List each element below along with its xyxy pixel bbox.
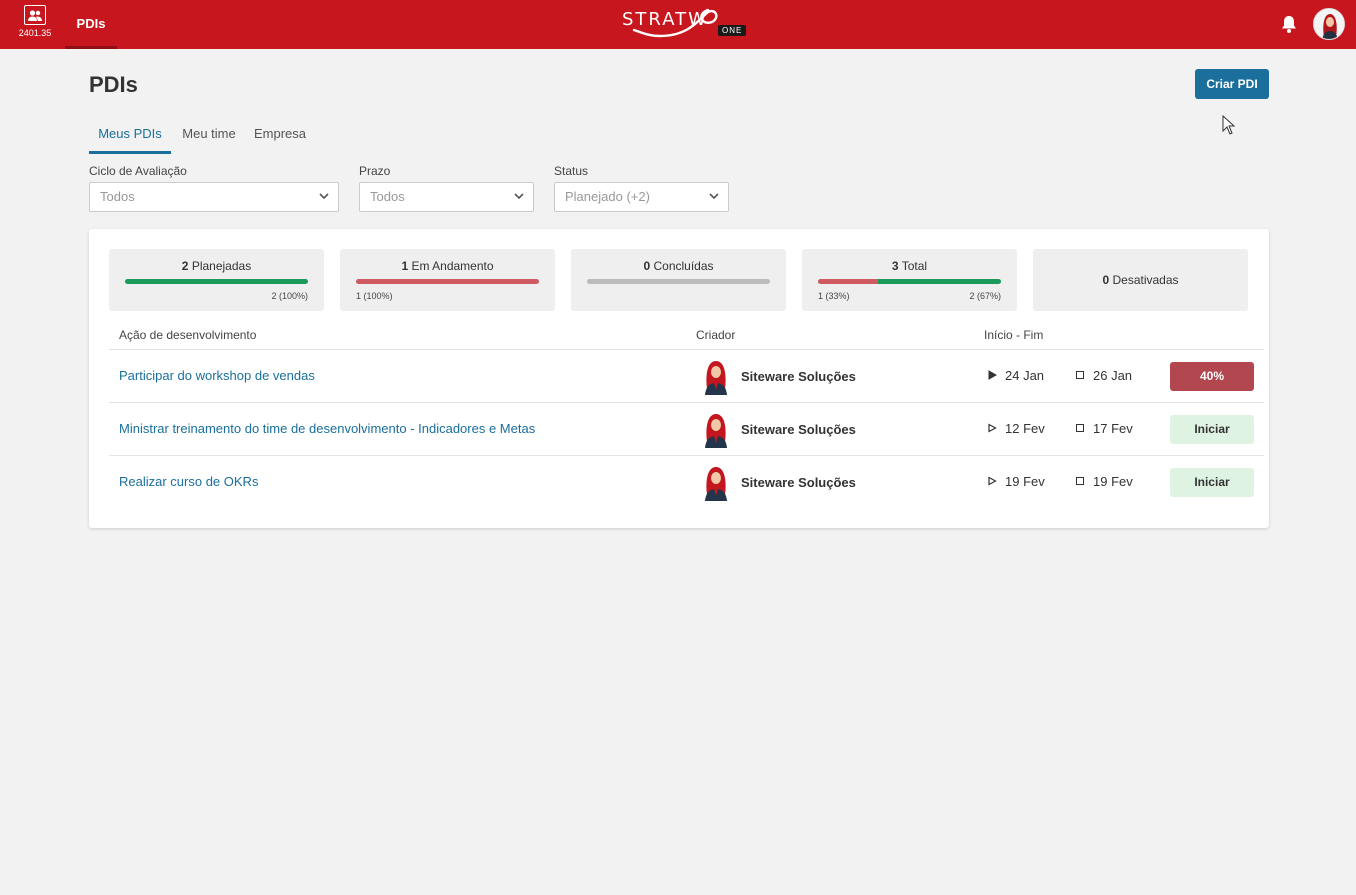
page-title: PDIs [89, 72, 138, 97]
stop-square-icon [1076, 371, 1084, 379]
top-bar: 2401.35 PDIs STRATW ONE [0, 0, 1356, 49]
filter-prazo: Prazo Todos [359, 164, 534, 212]
start-date: 12 Fev [1005, 421, 1045, 436]
stat-total-right: 2 (67%) [969, 291, 1001, 301]
pdi-title-link[interactable]: Ministrar treinamento do time de desenvo… [119, 421, 535, 436]
header-dates: Início - Fim [984, 328, 1044, 342]
stat-in-progress-label: 1 Em Andamento [401, 259, 494, 273]
filter-prazo-select[interactable]: Todos [359, 182, 534, 212]
stat-planned[interactable]: 2 Planejadas 2 (100%) [109, 249, 324, 311]
stratws-logo: STRATW ONE [620, 6, 747, 40]
table-row: Participar do workshop de vendas Sitewar… [109, 350, 1264, 403]
pdi-list-card: 2 Planejadas 2 (100%) 1 Em Andamento 1 (… [89, 229, 1269, 528]
end-date: 17 Fev [1093, 421, 1133, 436]
filter-status-label: Status [554, 164, 589, 178]
creator-avatar-icon [705, 467, 727, 501]
end-date: 26 Jan [1093, 368, 1133, 383]
avatar-woman-icon [1314, 9, 1344, 39]
stat-disabled-label: 0 Desativadas [1102, 273, 1179, 287]
stat-planned-label: 2 Planejadas [181, 259, 252, 273]
start-date: 19 Fev [1005, 474, 1045, 489]
create-pdi-button[interactable]: Criar PDI [1195, 69, 1269, 99]
start-button[interactable]: Iniciar [1170, 415, 1254, 444]
filter-prazo-label: Prazo [359, 164, 391, 178]
creator-name: Siteware Soluções [741, 475, 856, 490]
stat-in-progress-count: 1 (100%) [356, 291, 393, 301]
progress-button[interactable]: 40% [1170, 362, 1254, 391]
stat-total-green-fill [878, 279, 1001, 284]
filter-status-value: Planejado (+2) [565, 189, 650, 204]
stat-total[interactable]: 3 Total 1 (33%) 2 (67%) [802, 249, 1017, 311]
start-button[interactable]: Iniciar [1170, 468, 1254, 497]
creator-name: Siteware Soluções [741, 369, 856, 384]
creator-avatar-icon [705, 414, 727, 448]
stop-square-icon [1076, 477, 1084, 485]
table-row: Ministrar treinamento do time de desenvo… [109, 403, 1264, 456]
mouse-cursor-icon [1222, 115, 1236, 135]
header-action: Ação de desenvolvimento [119, 328, 257, 342]
stat-in-progress-bar [356, 279, 539, 284]
app-version: 2401.35 [18, 28, 52, 38]
stat-planned-bar [125, 279, 308, 284]
stat-in-progress-fill [356, 279, 539, 284]
filter-status-select[interactable]: Planejado (+2) [554, 182, 729, 212]
notifications-bell-icon[interactable] [1280, 14, 1298, 34]
stat-in-progress[interactable]: 1 Em Andamento 1 (100%) [340, 249, 555, 311]
stat-total-red-fill [818, 279, 879, 284]
stat-done[interactable]: 0 Concluídas [571, 249, 786, 311]
filter-ciclo-value: Todos [100, 189, 135, 204]
stat-planned-fill [125, 279, 308, 284]
creator-avatar-icon [705, 361, 727, 395]
play-outline-icon [988, 476, 997, 486]
creator-name: Siteware Soluções [741, 422, 856, 437]
filter-status: Status Planejado (+2) [554, 164, 729, 212]
filter-ciclo-label: Ciclo de Avaliação [89, 164, 187, 178]
stat-total-label: 3 Total [891, 259, 928, 273]
chevron-down-icon [319, 193, 329, 200]
start-date: 24 Jan [1005, 368, 1045, 383]
tab-meu-time[interactable]: Meu time [177, 120, 241, 154]
stat-done-bar [587, 279, 770, 284]
stop-square-icon [1076, 424, 1084, 432]
nav-tab-pdis[interactable]: PDIs [65, 0, 117, 49]
end-date: 19 Fev [1093, 474, 1133, 489]
logo-badge: ONE [718, 25, 747, 36]
user-avatar[interactable] [1313, 8, 1345, 40]
play-icon [988, 370, 997, 380]
play-outline-icon [988, 423, 997, 433]
stat-total-left: 1 (33%) [818, 291, 850, 301]
filter-ciclo-select[interactable]: Todos [89, 182, 339, 212]
app-switcher-button[interactable]: 2401.35 [14, 5, 56, 45]
stat-total-bar [818, 279, 1001, 284]
stat-done-label: 0 Concluídas [643, 259, 714, 273]
filter-ciclo: Ciclo de Avaliação Todos [89, 164, 339, 212]
user-card-icon [24, 5, 46, 25]
stat-planned-count: 2 (100%) [271, 291, 308, 301]
stat-disabled[interactable]: 0 Desativadas [1033, 249, 1248, 311]
tab-empresa[interactable]: Empresa [252, 120, 308, 154]
chevron-down-icon [709, 193, 719, 200]
tab-meus-pdis[interactable]: Meus PDIs [89, 120, 171, 154]
table-row: Realizar curso de OKRs Siteware Soluções… [109, 456, 1264, 509]
pdi-title-link[interactable]: Participar do workshop de vendas [119, 368, 315, 383]
pdi-title-link[interactable]: Realizar curso de OKRs [119, 474, 258, 489]
header-creator: Criador [696, 328, 736, 342]
filter-prazo-value: Todos [370, 189, 405, 204]
chevron-down-icon [514, 193, 524, 200]
table-header: Ação de desenvolvimento Criador Início -… [109, 325, 1264, 350]
